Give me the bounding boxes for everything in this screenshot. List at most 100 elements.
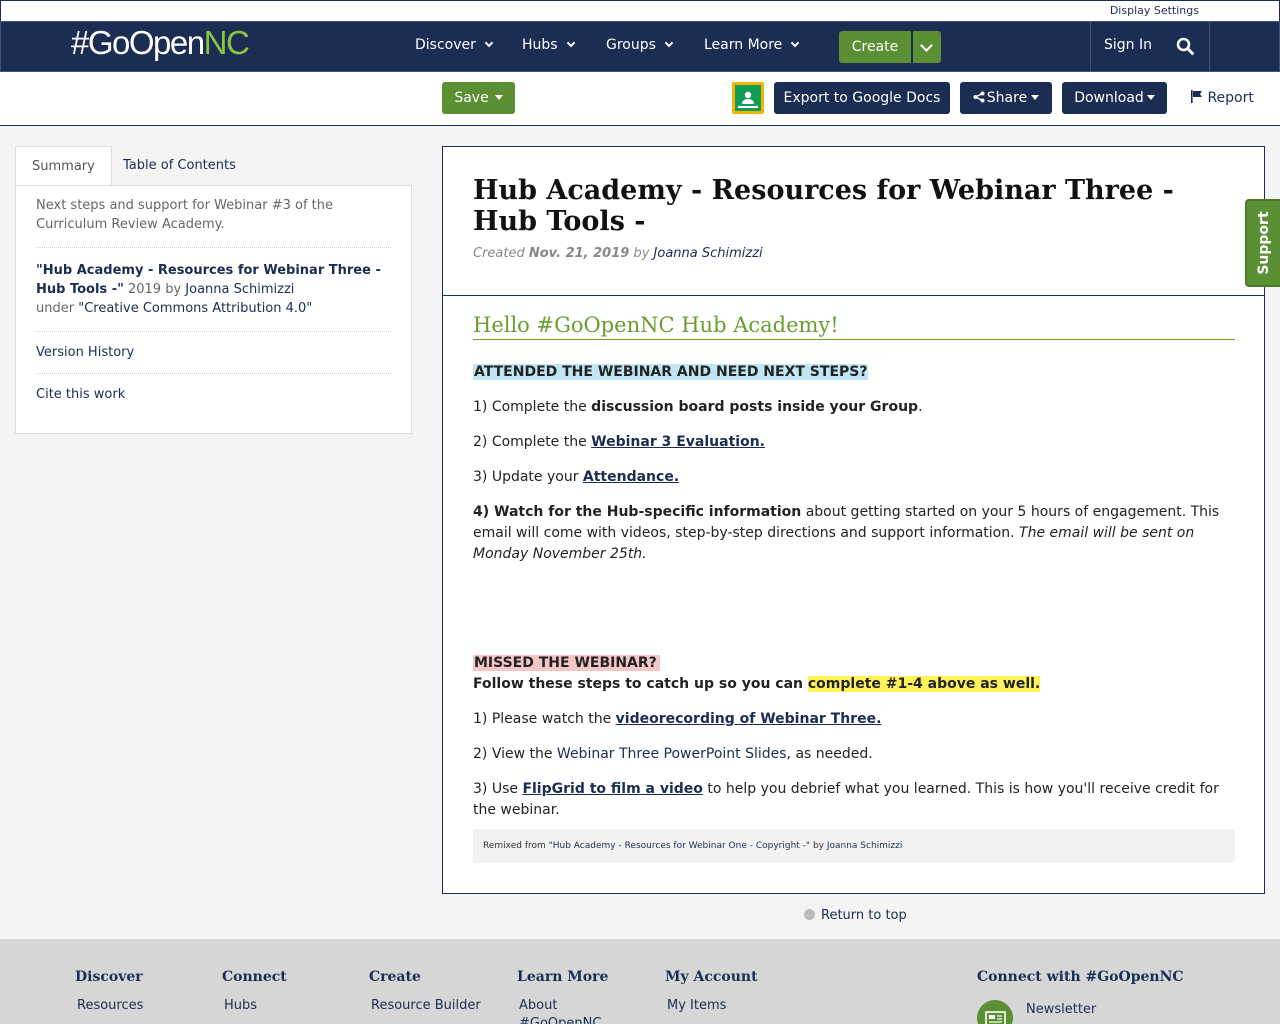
missed-step-2: 2) View the Webinar Three PowerPoint Sli…: [473, 744, 1235, 765]
attendance-link[interactable]: Attendance.: [583, 469, 679, 485]
main-navbar: #GoOpenNC Discover Hubs Groups Learn Mor…: [0, 21, 1280, 72]
webinar-evaluation-link[interactable]: Webinar 3 Evaluation.: [591, 434, 765, 450]
caret-down-icon: [1031, 95, 1040, 100]
step-1-end: .: [918, 399, 923, 415]
nav-groups[interactable]: Groups: [606, 37, 674, 53]
export-google-docs-button[interactable]: Export to Google Docs: [774, 82, 950, 114]
download-button[interactable]: Download: [1062, 82, 1167, 114]
step-3: 3) Update your Attendance.: [473, 467, 1235, 488]
newspaper-icon[interactable]: [977, 1000, 1013, 1024]
footer-link-my-items[interactable]: My Items: [665, 997, 758, 1015]
powerpoint-slides-link[interactable]: Webinar Three PowerPoint Slides: [557, 746, 787, 762]
footer-link-goopennc[interactable]: #GoOpenNC: [517, 1015, 608, 1024]
attribution-author-link[interactable]: Joanna Schimizzi: [185, 282, 294, 297]
step-4-bold: 4) Watch for the Hub-specific informatio…: [473, 504, 802, 520]
footer-col-discover: Discover Resources: [75, 969, 143, 1015]
logo-text: #GoOpen: [71, 24, 205, 61]
footer-link-resources[interactable]: Resources: [75, 997, 143, 1015]
nav-hubs-label: Hubs: [522, 37, 558, 53]
remixed-author-link[interactable]: Joanna Schimizzi: [827, 841, 903, 851]
author-link[interactable]: Joanna Schimizzi: [654, 246, 763, 261]
footer-heading: My Account: [665, 969, 758, 985]
search-icon[interactable]: [1176, 37, 1194, 55]
caret-down-icon: [494, 95, 503, 100]
google-classroom-icon[interactable]: [732, 82, 764, 114]
chevron-down-icon: [664, 38, 674, 48]
missed-heading: MISSED THE WEBINAR?: [473, 655, 660, 671]
report-link[interactable]: Report: [1190, 90, 1254, 106]
footer-heading: Discover: [75, 969, 143, 985]
site-footer: Discover Resources Connect Hubs Create R…: [0, 939, 1280, 1024]
resource-content-panel: Hub Academy - Resources for Webinar Thre…: [442, 146, 1265, 894]
step-3-text: 3) Update your: [473, 469, 583, 485]
footer-heading: Connect: [222, 969, 287, 985]
tab-summary[interactable]: Summary: [15, 146, 112, 187]
save-button[interactable]: Save: [442, 82, 515, 114]
resource-description: Next steps and support for Webinar #3 of…: [36, 198, 334, 232]
nav-divider: [1090, 22, 1091, 71]
chevron-down-icon: [791, 38, 800, 48]
divider: [36, 247, 391, 248]
resource-body: Hello #GoOpenNC Hub Academy! ATTENDED TH…: [473, 313, 1235, 835]
footer-link-resource-builder[interactable]: Resource Builder: [369, 997, 481, 1015]
created-date: Nov. 21, 2019: [528, 246, 630, 261]
summary-panel: Next steps and support for Webinar #3 of…: [15, 185, 412, 434]
support-tab[interactable]: Support: [1245, 199, 1280, 287]
remixed-by: by: [810, 841, 827, 851]
share-label: Share: [986, 90, 1028, 106]
divider: [36, 373, 391, 374]
missed-step-3-text: 3) Use: [473, 781, 523, 797]
newspaper-glyph: [985, 1011, 1006, 1024]
footer-link-about[interactable]: About: [517, 997, 608, 1015]
attended-heading: ATTENDED THE WEBINAR AND NEED NEXT STEPS…: [473, 364, 869, 380]
missed-step-3: 3) Use FlipGrid to film a video to help …: [473, 779, 1235, 821]
classroom-person-icon: [738, 91, 758, 108]
remixed-source-link[interactable]: "Hub Academy - Resources for Webinar One…: [549, 841, 810, 851]
attribution-under: under: [36, 301, 79, 316]
flag-icon: [1191, 90, 1202, 103]
share-button[interactable]: Share: [960, 82, 1052, 114]
nav-learn-more[interactable]: Learn More: [704, 37, 800, 53]
nav-learn-more-label: Learn More: [704, 37, 783, 53]
create-dropdown-toggle[interactable]: [913, 31, 941, 63]
follow-highlight: complete #1-4 above as well.: [807, 676, 1041, 692]
download-label: Download: [1074, 90, 1144, 106]
logo-accent: NC: [203, 24, 250, 61]
footer-heading: Create: [369, 969, 421, 985]
classroom-board: [735, 85, 761, 111]
step-1-bold: discussion board posts inside your Group: [591, 399, 919, 415]
step-1-text: 1) Complete the: [473, 399, 592, 415]
step-1: 1) Complete the discussion board posts i…: [473, 397, 1235, 418]
sidebar-tabs: Summary Table of Contents: [15, 146, 412, 187]
create-button[interactable]: Create: [839, 31, 911, 63]
divider: [443, 295, 1264, 296]
footer-col-my-account: My Account My Items: [665, 969, 758, 1015]
save-label: Save: [454, 90, 489, 106]
flipgrid-link[interactable]: FlipGrid to film a video: [522, 781, 702, 797]
remixed-from-note: Remixed from "Hub Academy - Resources fo…: [473, 829, 1235, 863]
tab-table-of-contents[interactable]: Table of Contents: [107, 146, 252, 186]
page-title: Hub Academy - Resources for Webinar Thre…: [473, 175, 1174, 237]
license-link[interactable]: "Creative Commons Attribution 4.0": [78, 301, 312, 316]
footer-link-hubs[interactable]: Hubs: [222, 997, 287, 1015]
version-history-link[interactable]: Version History: [36, 345, 391, 360]
sign-in-link[interactable]: Sign In: [1104, 37, 1152, 53]
nav-groups-label: Groups: [606, 37, 656, 53]
support-label: Support: [1255, 211, 1272, 275]
step-4: 4) Watch for the Hub-specific informatio…: [473, 502, 1235, 565]
caret-down-icon: [1146, 95, 1155, 100]
nav-divider: [1209, 22, 1210, 71]
site-logo[interactable]: #GoOpenNC: [71, 24, 250, 62]
missed-block: MISSED THE WEBINAR? Follow these steps t…: [473, 653, 1235, 695]
report-label: Report: [1207, 90, 1254, 106]
cite-work-link[interactable]: Cite this work: [36, 387, 391, 402]
nav-discover[interactable]: Discover: [415, 37, 494, 53]
videorecording-link[interactable]: videorecording of Webinar Three.: [616, 711, 882, 727]
display-settings-link[interactable]: Display Settings: [1110, 4, 1199, 17]
divider: [36, 331, 391, 332]
return-to-top-link[interactable]: Return to top: [804, 908, 907, 923]
attribution-block: "Hub Academy - Resources for Webinar Thr…: [36, 261, 391, 318]
footer-col-connect: Connect Hubs: [222, 969, 287, 1015]
nav-hubs[interactable]: Hubs: [522, 37, 575, 53]
missed-step-1: 1) Please watch the videorecording of We…: [473, 709, 1235, 730]
